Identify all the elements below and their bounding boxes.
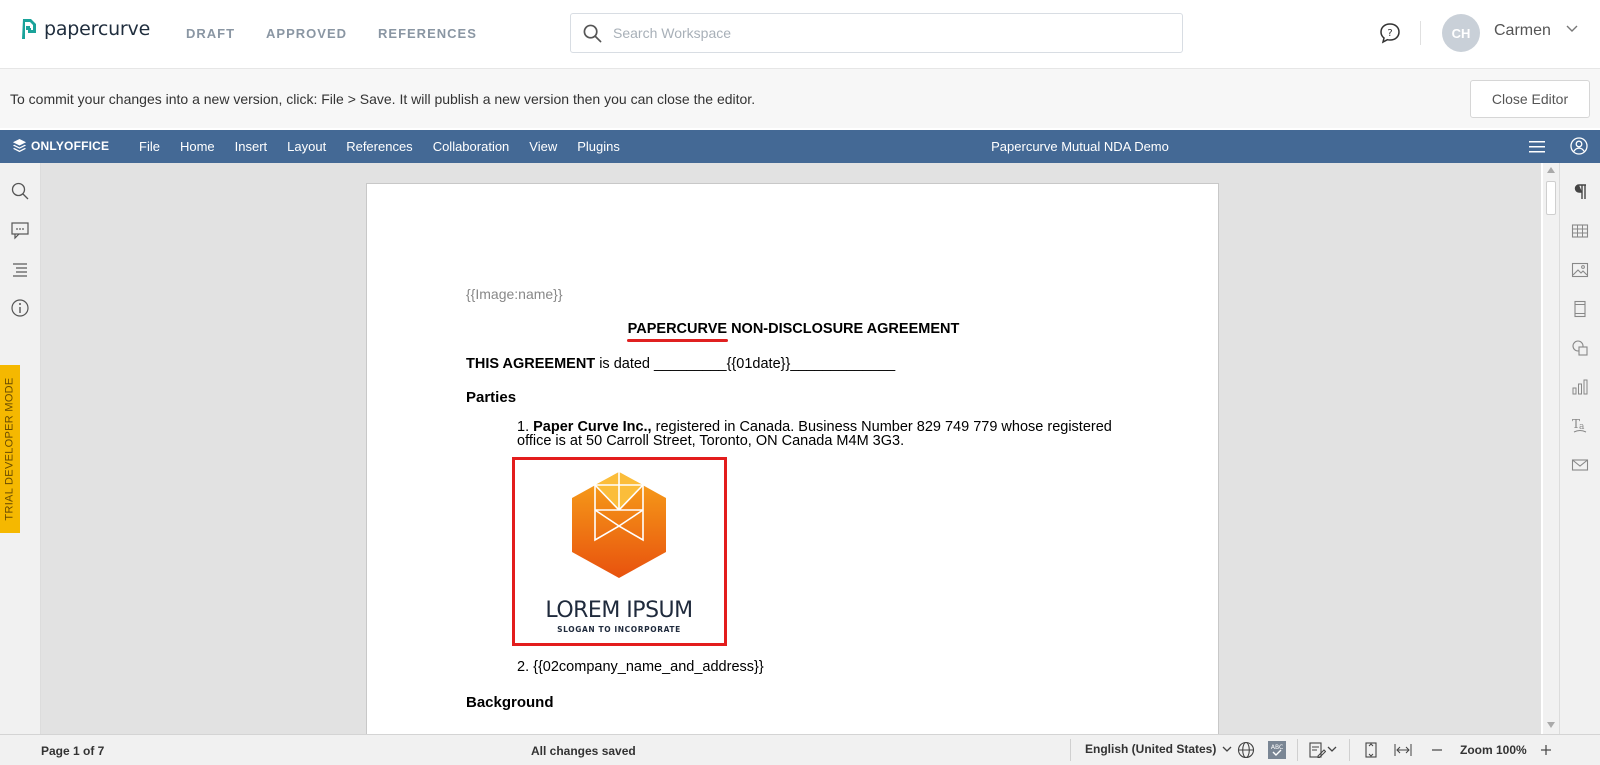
text-art-settings-icon[interactable]: T a: [1571, 417, 1589, 435]
search-input[interactable]: [613, 25, 1173, 41]
user-circle-icon[interactable]: [1570, 137, 1588, 155]
shape-settings-icon[interactable]: [1571, 339, 1589, 357]
header-footer-settings-icon[interactable]: [1571, 300, 1589, 318]
nav-approved[interactable]: APPROVED: [266, 26, 347, 41]
track-changes-icon[interactable]: [1308, 741, 1326, 759]
commit-info-bar: To commit your changes into a new versio…: [0, 69, 1600, 128]
main-nav: DRAFT APPROVED REFERENCES: [186, 26, 508, 41]
title-brand-misspelled: PAPERCURVE: [627, 321, 728, 337]
navigation-icon[interactable]: [10, 259, 30, 279]
zoom-out-icon[interactable]: [1428, 741, 1446, 759]
comments-icon[interactable]: [10, 220, 30, 240]
onlyoffice-brand: ONLYOFFICE: [31, 138, 110, 153]
agreement-label: THIS AGREEMENT: [466, 356, 596, 372]
fit-to-page-icon[interactable]: [1362, 741, 1380, 759]
menu-insert[interactable]: Insert: [235, 139, 268, 154]
fit-to-width-icon[interactable]: [1394, 741, 1412, 759]
status-bar: Page 1 of 7 All changes saved English (U…: [0, 734, 1600, 765]
zoom-in-icon[interactable]: [1537, 741, 1555, 759]
trial-developer-label: TRIAL DEVELOPER MODE: [4, 377, 16, 521]
close-editor-button[interactable]: Close Editor: [1470, 80, 1590, 118]
scroll-up-icon[interactable]: [1547, 167, 1555, 173]
logo-text: papercurve: [44, 18, 151, 40]
agreement-title: PAPERCURVE NON-DISCLOSURE AGREEMENT: [367, 321, 1220, 337]
agreement-date-line: THIS AGREEMENT is dated _________{{01dat…: [466, 356, 895, 372]
vertical-scrollbar[interactable]: [1543, 163, 1559, 734]
menu-view[interactable]: View: [529, 139, 557, 154]
help-chat-icon[interactable]: ?: [1378, 21, 1402, 45]
background-heading: Background: [466, 694, 554, 711]
party-2-paragraph: 2. {{02company_name_and_address}}: [517, 659, 764, 675]
menu-layout[interactable]: Layout: [287, 139, 326, 154]
lorem-ipsum-logo-icon: LOREM IPSUM SLOGAN TO INCORPORATE: [545, 472, 693, 634]
parties-heading: Parties: [466, 389, 517, 406]
editor-menu: File Home Insert Layout References Colla…: [139, 139, 640, 154]
commit-instructions: To commit your changes into a new versio…: [10, 91, 756, 107]
status-divider: [1349, 739, 1350, 761]
logo-main-text: LOREM IPSUM: [545, 598, 692, 623]
document-page[interactable]: {{Image:name}} PAPERCURVE NON-DISCLOSURE…: [366, 183, 1219, 734]
document-language[interactable]: English (United States): [1085, 742, 1216, 756]
layers-icon: [12, 138, 27, 153]
company-logo-image[interactable]: LOREM IPSUM SLOGAN TO INCORPORATE: [512, 457, 727, 646]
svg-text:?: ?: [1387, 28, 1392, 39]
svg-text:ABC: ABC: [1271, 744, 1283, 751]
image-settings-icon[interactable]: [1571, 261, 1589, 279]
right-sidebar: T a: [1559, 163, 1600, 734]
logo-slogan-text: SLOGAN TO INCORPORATE: [557, 625, 681, 634]
mail-merge-icon[interactable]: [1571, 456, 1589, 474]
table-settings-icon[interactable]: [1571, 222, 1589, 240]
status-divider: [1070, 739, 1071, 761]
avatar[interactable]: CH: [1442, 14, 1480, 52]
menu-plugins[interactable]: Plugins: [577, 139, 620, 154]
trial-developer-badge: TRIAL DEVELOPER MODE: [0, 365, 20, 533]
agreement-date-text: is dated _________{{01date}}____________…: [595, 356, 896, 372]
editor-toolbar: ONLYOFFICE File Home Insert Layout Refer…: [0, 130, 1600, 163]
menu-home[interactable]: Home: [180, 139, 215, 154]
page-counter[interactable]: Page 1 of 7: [41, 744, 104, 758]
spell-check-icon[interactable]: ABC: [1268, 741, 1286, 759]
papercurve-logo[interactable]: papercurve: [20, 17, 150, 41]
paragraph-settings-icon[interactable]: [1571, 183, 1589, 201]
save-status: All changes saved: [531, 744, 636, 758]
menu-file[interactable]: File: [139, 139, 160, 154]
hamburger-menu-icon[interactable]: [1529, 140, 1545, 154]
zoom-level[interactable]: Zoom 100%: [1460, 743, 1527, 757]
chevron-down-icon[interactable]: [1327, 744, 1337, 754]
menu-references[interactable]: References: [346, 139, 412, 154]
nav-draft[interactable]: DRAFT: [186, 26, 235, 41]
onlyoffice-logo: ONLYOFFICE: [12, 138, 109, 153]
chevron-down-icon[interactable]: [1565, 22, 1579, 36]
title-rest: NON-DISCLOSURE AGREEMENT: [727, 321, 960, 337]
menu-collaboration[interactable]: Collaboration: [433, 139, 510, 154]
info-icon[interactable]: [10, 298, 30, 318]
chevron-down-icon[interactable]: [1222, 744, 1232, 754]
user-name[interactable]: Carmen: [1494, 22, 1551, 40]
chart-settings-icon[interactable]: [1571, 378, 1589, 396]
header-divider: [1420, 21, 1421, 45]
party-1-paragraph: 1. Paper Curve Inc., registered in Canad…: [517, 420, 1117, 449]
search-box: [570, 13, 1183, 53]
find-icon[interactable]: [10, 181, 30, 201]
status-divider: [1297, 739, 1298, 761]
papercurve-logo-icon: [22, 19, 36, 39]
scrollbar-thumb[interactable]: [1546, 181, 1556, 215]
search-icon: [583, 24, 602, 42]
set-language-globe-icon[interactable]: [1237, 741, 1255, 759]
scroll-down-icon[interactable]: [1547, 722, 1555, 728]
app-header: papercurve DRAFT APPROVED REFERENCES ? C…: [0, 0, 1600, 69]
document-canvas[interactable]: {{Image:name}} PAPERCURVE NON-DISCLOSURE…: [41, 163, 1541, 734]
image-name-placeholder: {{Image:name}}: [466, 286, 563, 302]
nav-references[interactable]: REFERENCES: [378, 26, 477, 41]
